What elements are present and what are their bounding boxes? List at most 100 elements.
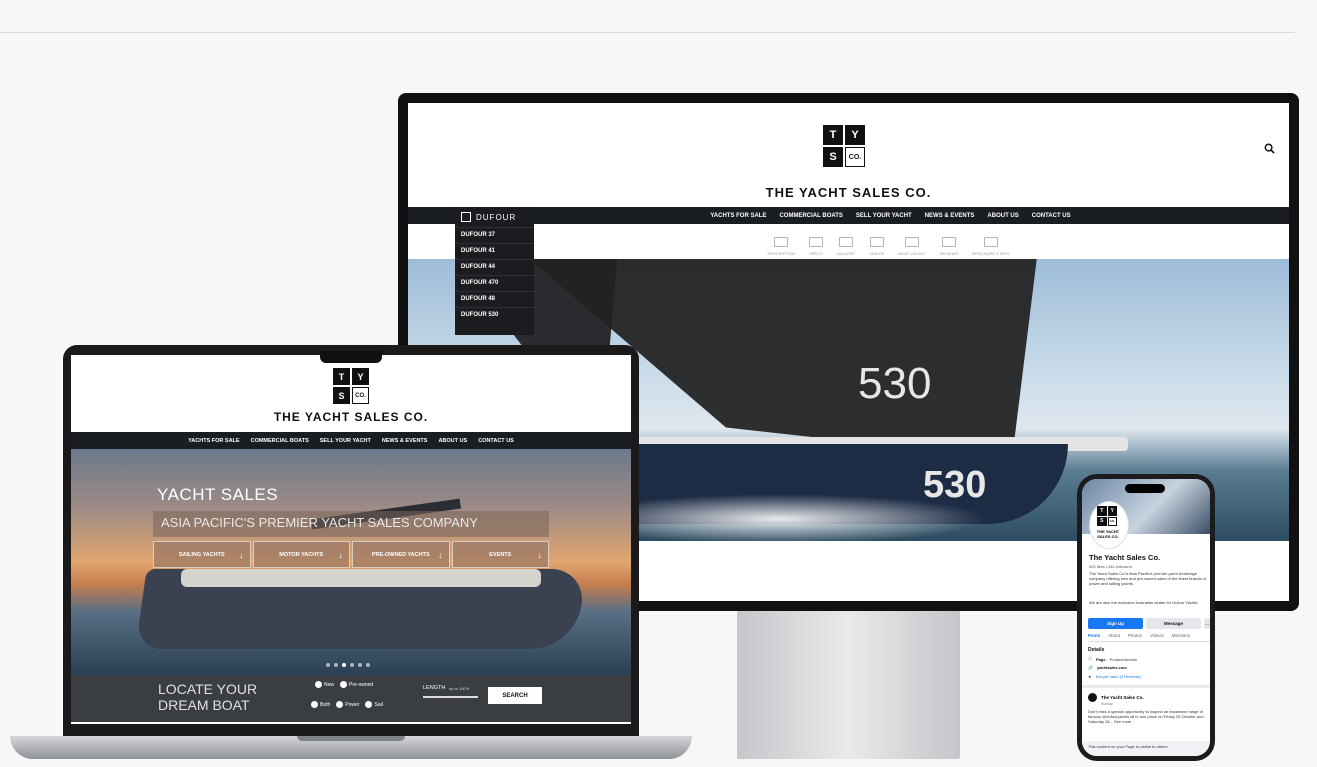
dufour-mark-icon — [461, 212, 471, 222]
dropdown-item[interactable]: DUFOUR 37 — [455, 227, 534, 243]
post-author[interactable]: The Yacht Sales Co. — [1101, 695, 1144, 700]
logo-letter: T — [823, 125, 843, 145]
dropdown-item[interactable]: DUFOUR 530 — [455, 307, 534, 323]
nav-sell-your-yacht[interactable]: SELL YOUR YACHT — [856, 213, 912, 219]
nav-about-us[interactable]: ABOUT US — [987, 213, 1018, 219]
page-action-buttons: Sign Up Message … — [1088, 618, 1210, 629]
button-label: EVENTS — [489, 551, 512, 558]
nav-commercial-boats[interactable]: COMMERCIAL BOATS — [251, 438, 309, 444]
laptop-header: T Y S CO. THE YACHT SALES CO. — [71, 355, 631, 432]
subnav-gallery[interactable]: GALLERY — [837, 224, 855, 259]
radio-sail[interactable]: Sail — [365, 701, 383, 708]
radio-circle-icon — [336, 701, 344, 708]
nav-commercial-boats[interactable]: COMMERCIAL BOATS — [779, 213, 842, 219]
laptop: T Y S CO. THE YACHT SALES CO. YACHTS FOR… — [63, 345, 639, 736]
profile-brand: THE YACHT SALES CO. — [1096, 529, 1120, 539]
logo-letter: T — [333, 368, 350, 385]
laptop-main-nav: YACHTS FOR SALE COMMERCIAL BOATS SELL YO… — [71, 432, 631, 449]
subnav-label: BROCHURE & INFO — [972, 251, 1010, 256]
radio-new[interactable]: New — [315, 681, 334, 688]
boat-search-bar: LOCATE YOUR DREAM BOAT New Pre-owned Bot… — [71, 675, 631, 722]
subnav-specs[interactable]: SPECS — [808, 224, 823, 259]
carousel-dot[interactable] — [334, 663, 338, 667]
smartphone: T Y S CO. THE YACHT SALES CO. The Yacht … — [1077, 474, 1215, 761]
logo-letter: S — [333, 387, 350, 404]
sign-up-button[interactable]: Sign Up — [1088, 618, 1143, 629]
logo-letter: S — [823, 147, 843, 167]
carousel-dot[interactable] — [366, 663, 370, 667]
nav-news-events[interactable]: NEWS & EVENTS — [382, 438, 428, 444]
subnav-boat-layout[interactable]: BOAT LAYOUT — [898, 224, 926, 259]
radio-circle-icon — [340, 681, 348, 688]
length-label: LENGTH — [423, 685, 446, 691]
search-icon[interactable] — [1264, 143, 1275, 157]
dropdown-item[interactable]: DUFOUR 44 — [455, 259, 534, 275]
carousel-dot[interactable] — [358, 663, 362, 667]
carousel-dot[interactable] — [342, 663, 346, 667]
dropdown-brand: DUFOUR — [476, 212, 517, 222]
carousel-dot[interactable] — [326, 663, 330, 667]
pre-owned-yachts-button[interactable]: PRE-OWNED YACHTS ↓ — [352, 541, 450, 568]
link-icon: 🔗 — [1088, 665, 1093, 670]
detail-rating[interactable]: ★ Not yet rated (3 Reviews) — [1088, 674, 1141, 679]
reviews-icon — [941, 237, 956, 247]
length-slider[interactable] — [423, 696, 478, 698]
brand-logo[interactable]: T Y S CO. — [333, 368, 369, 404]
post-header: The Yacht Sales Co. — [1088, 693, 1144, 702]
avatar[interactable] — [1088, 693, 1097, 702]
subnav-label: REVIEWS — [939, 251, 959, 256]
top-divider — [0, 32, 1295, 33]
sailing-yachts-button[interactable]: SAILING YACHTS ↓ — [153, 541, 251, 568]
star-icon: ★ — [1088, 674, 1092, 679]
motor-yacht-hero: YACHT SALES ASIA PACIFIC'S PREMIER YACHT… — [71, 449, 631, 675]
search-button[interactable]: SEARCH — [488, 687, 542, 704]
carousel-dot[interactable] — [350, 663, 354, 667]
laptop-base-notch — [297, 736, 405, 741]
more-button[interactable]: … — [1204, 618, 1210, 629]
sail-number: 530 — [858, 359, 932, 408]
type-radio-group: Both Power Sail — [311, 701, 383, 708]
subnav-description[interactable]: DESCRIPTION — [768, 224, 795, 259]
subnav-brochure[interactable]: BROCHURE & INFO — [972, 224, 1010, 259]
dropdown-item[interactable]: DUFOUR 41 — [455, 243, 534, 259]
tab-videos[interactable]: Videos — [1150, 633, 1164, 638]
page-description: The Yacht Sales Co is Asia Pacific's pre… — [1089, 571, 1206, 586]
description-icon — [774, 237, 789, 247]
radio-label: New — [324, 681, 335, 688]
motor-yachts-button[interactable]: MOTOR YACHTS ↓ — [252, 541, 350, 568]
nav-yachts-for-sale[interactable]: YACHTS FOR SALE — [710, 213, 766, 219]
nav-yachts-for-sale[interactable]: YACHTS FOR SALE — [188, 438, 239, 444]
radio-pre-owned[interactable]: Pre-owned — [340, 681, 373, 688]
message-button[interactable]: Message — [1146, 618, 1201, 629]
dropdown-item[interactable]: DUFOUR 48 — [455, 291, 534, 307]
subnav-reviews[interactable]: REVIEWS — [940, 224, 958, 259]
dropdown-item[interactable]: DUFOUR 470 — [455, 275, 534, 291]
subnav-videos[interactable]: VIDEOS — [869, 224, 884, 259]
dufour-logo: DUFOUR — [455, 207, 534, 227]
page-description-dealer: We are also the exclusive Australian dea… — [1089, 600, 1199, 605]
info-icon: ⓘ — [1088, 656, 1092, 661]
logo-letter: T — [1097, 506, 1107, 516]
dynamic-island — [1125, 484, 1165, 493]
detail-website[interactable]: 🔗 yachtsales.com — [1088, 665, 1127, 670]
visibility-notice: This content on your Page is visible to … — [1082, 741, 1210, 756]
radio-both[interactable]: Both — [311, 701, 330, 708]
details-heading: Details — [1088, 647, 1105, 653]
phone-screen: T Y S CO. THE YACHT SALES CO. The Yacht … — [1082, 479, 1210, 756]
nav-sell-your-yacht[interactable]: SELL YOUR YACHT — [320, 438, 371, 444]
nav-news-events[interactable]: NEWS & EVENTS — [925, 213, 975, 219]
nav-contact-us[interactable]: CONTACT US — [1032, 213, 1071, 219]
tab-about[interactable]: About — [1108, 633, 1120, 638]
carousel-dots — [326, 663, 370, 667]
events-button[interactable]: EVENTS ↓ — [451, 541, 549, 568]
nav-contact-us[interactable]: CONTACT US — [478, 438, 514, 444]
brand-logo[interactable]: T Y S CO. — [823, 125, 865, 167]
page-tabs: Posts About Photos Videos Mentions — [1088, 633, 1210, 642]
nav-about-us[interactable]: ABOUT US — [438, 438, 467, 444]
desktop-main-nav: YACHTS FOR SALE COMMERCIAL BOATS SELL YO… — [408, 207, 1289, 224]
detail-label: Page — [1096, 656, 1106, 662]
radio-power[interactable]: Power — [336, 701, 359, 708]
tab-photos[interactable]: Photos — [1128, 633, 1142, 638]
tab-mentions[interactable]: Mentions — [1172, 633, 1190, 638]
tab-posts[interactable]: Posts — [1088, 633, 1100, 638]
